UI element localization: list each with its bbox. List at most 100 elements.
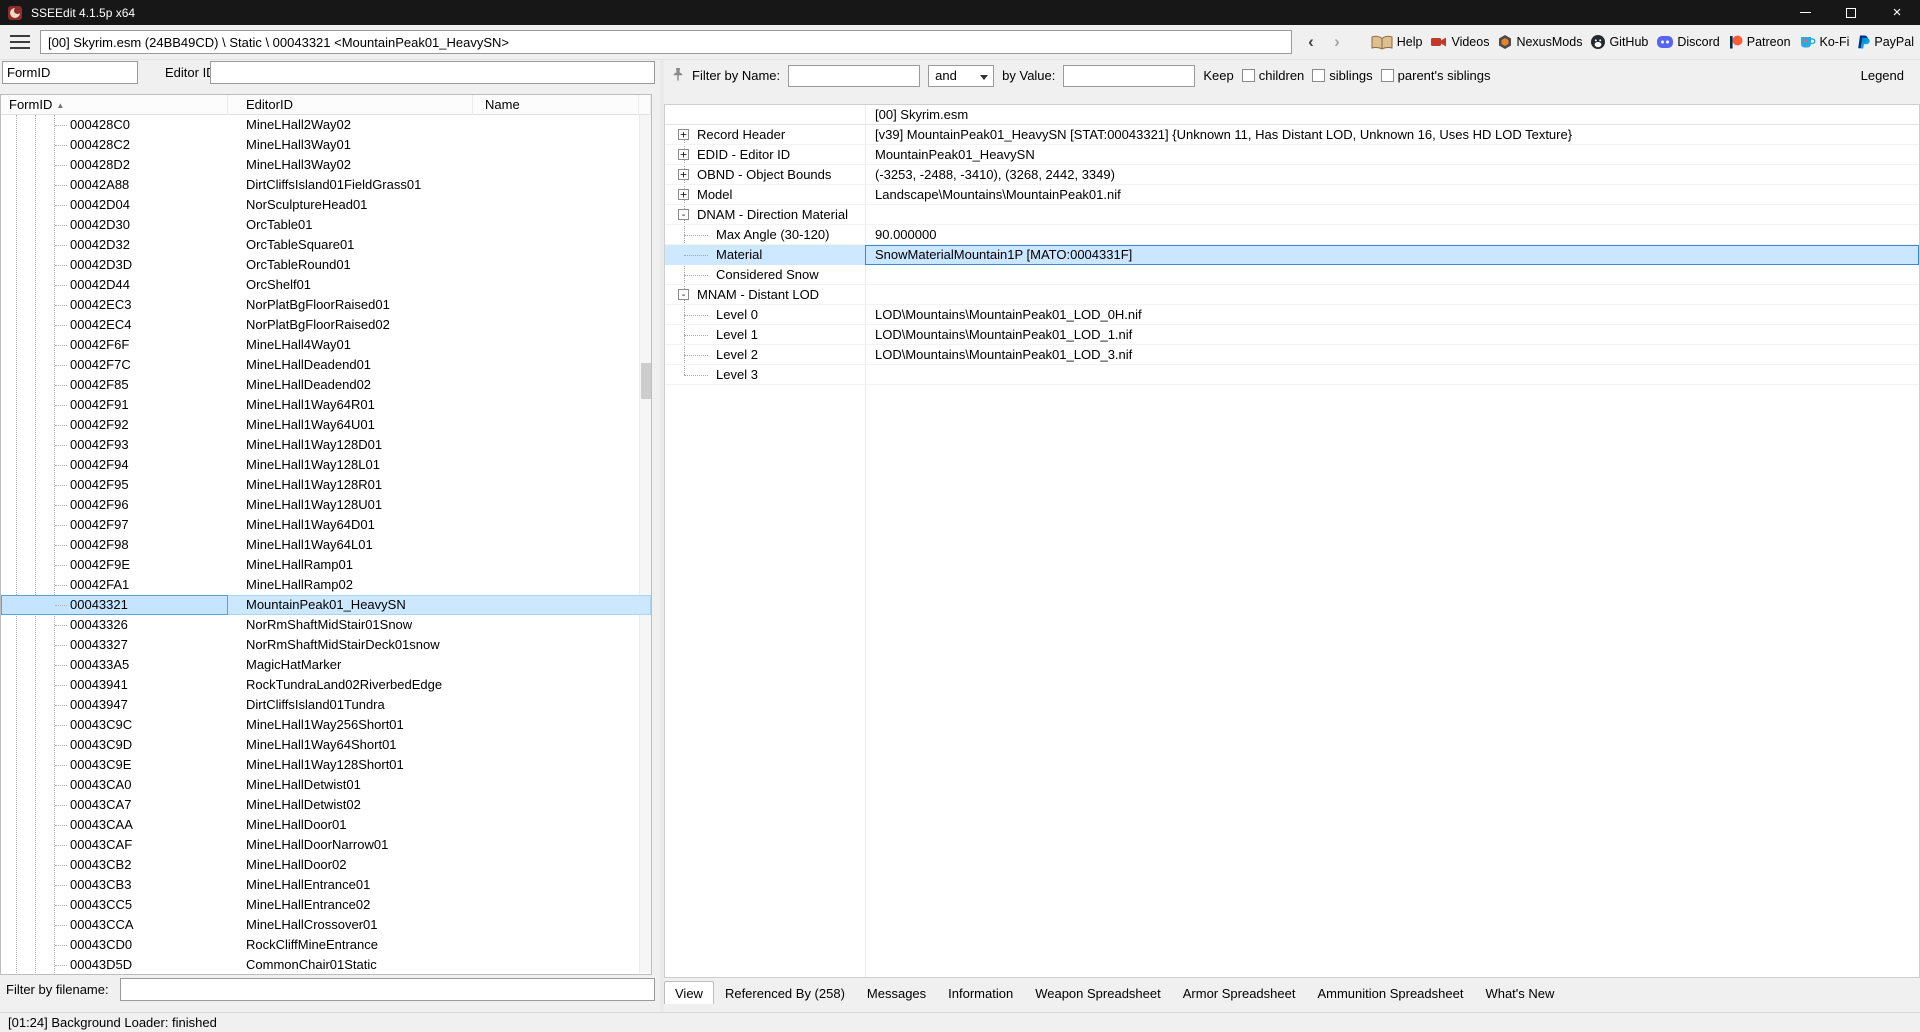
formid-filter-input[interactable]: FormID — [2, 61, 138, 84]
tree-row[interactable]: 00043CB3 MineLHallEntrance01 — [1, 875, 651, 895]
view-row[interactable]: Level 2 LOD\Mountains\MountainPeak01_LOD… — [665, 345, 1919, 365]
kofi-link[interactable]: Ko-Fi — [1800, 35, 1849, 49]
tree-row[interactable]: 00042F96 MineLHall1Way128U01 — [1, 495, 651, 515]
children-checkbox[interactable] — [1241, 69, 1255, 82]
tree-row[interactable]: 00042D3D OrcTableRound01 — [1, 255, 651, 275]
tree-row[interactable]: 00042A88 DirtCliffsIsland01FieldGrass01 — [1, 175, 651, 195]
tree-row[interactable]: 00042D44 OrcShelf01 — [1, 275, 651, 295]
menu-icon[interactable] — [10, 35, 30, 49]
view-column-header[interactable]: [00] Skyrim.esm — [665, 105, 1919, 125]
column-header-editorid[interactable]: EditorID — [228, 95, 473, 115]
expander-icon[interactable]: + — [678, 189, 689, 200]
tree-row[interactable]: 00043CA7 MineLHallDetwist02 — [1, 795, 651, 815]
tree-row[interactable]: 00043C9E MineLHall1Way128Short01 — [1, 755, 651, 775]
tree-row[interactable]: 00043941 RockTundraLand02RiverbedEdge — [1, 675, 651, 695]
tab-weapon-spreadsheet[interactable]: Weapon Spreadsheet — [1024, 981, 1172, 1004]
expander-icon[interactable]: - — [678, 289, 689, 300]
tree-row[interactable]: 00042F9E MineLHallRamp01 — [1, 555, 651, 575]
view-row[interactable]: + OBND - Object Bounds (-3253, -2488, -3… — [665, 165, 1919, 185]
tree-row[interactable]: 00042F95 MineLHall1Way128R01 — [1, 475, 651, 495]
tab-armor-spreadsheet[interactable]: Armor Spreadsheet — [1172, 981, 1307, 1004]
view-row[interactable]: - DNAM - Direction Material — [665, 205, 1919, 225]
view-row[interactable]: Level 1 LOD\Mountains\MountainPeak01_LOD… — [665, 325, 1919, 345]
tree-row[interactable]: 00042F7C MineLHallDeadend01 — [1, 355, 651, 375]
tree-row[interactable]: 00042FA1 MineLHallRamp02 — [1, 575, 651, 595]
view-row[interactable]: + Model Landscape\Mountains\MountainPeak… — [665, 185, 1919, 205]
view-row[interactable]: Material SnowMaterialMountain1P [MATO:00… — [665, 245, 1919, 265]
tree-row[interactable]: 00043CA0 MineLHallDetwist01 — [1, 775, 651, 795]
tree-row[interactable]: 00043CCA MineLHallCrossover01 — [1, 915, 651, 935]
view-row[interactable]: Level 3 — [665, 365, 1919, 385]
tree-row[interactable]: 000433A5 MagicHatMarker — [1, 655, 651, 675]
tree-row[interactable]: 00042F91 MineLHall1Way64R01 — [1, 395, 651, 415]
tree-row[interactable]: 00043CAA MineLHallDoor01 — [1, 815, 651, 835]
view-row[interactable]: + EDID - Editor ID MountainPeak01_HeavyS… — [665, 145, 1919, 165]
tree-row[interactable]: 00043321 MountainPeak01_HeavySN — [1, 595, 651, 615]
tree-row[interactable]: 00042D30 OrcTable01 — [1, 215, 651, 235]
videos-link[interactable]: Videos — [1431, 35, 1489, 49]
keep-siblings-option[interactable]: siblings — [1312, 68, 1373, 83]
tree-row[interactable]: 00043326 NorRmShaftMidStair01Snow — [1, 615, 651, 635]
filter-value-input[interactable] — [1063, 64, 1196, 87]
column-header-formid[interactable]: FormID ▲ — [1, 95, 228, 115]
tree-row[interactable]: 000428C0 MineLHall2Way02 — [1, 115, 651, 135]
tree-row[interactable]: 00042F6F MineLHall4Way01 — [1, 335, 651, 355]
keep-children-option[interactable]: children — [1241, 68, 1304, 83]
tree-row[interactable]: 00043CC5 MineLHallEntrance02 — [1, 895, 651, 915]
expander-icon[interactable]: + — [678, 169, 689, 180]
forward-button[interactable]: › — [1326, 31, 1348, 53]
help-link[interactable]: Help — [1371, 35, 1422, 50]
tree-row[interactable]: 00042D04 NorSculptureHead01 — [1, 195, 651, 215]
discord-link[interactable]: Discord — [1657, 35, 1720, 49]
minimize-button[interactable] — [1782, 0, 1828, 25]
back-button[interactable]: ‹ — [1300, 31, 1322, 53]
breadcrumb[interactable] — [40, 30, 1292, 54]
view-row[interactable]: + Record Header [v39] MountainPeak01_Hea… — [665, 125, 1919, 145]
tree-row[interactable]: 00042F97 MineLHall1Way64D01 — [1, 515, 651, 535]
tree-row[interactable]: 00043D5D CommonChair01Static — [1, 955, 651, 973]
tab-messages[interactable]: Messages — [856, 981, 937, 1004]
tab-referenced-by-258[interactable]: Referenced By (258) — [714, 981, 856, 1004]
tree-row[interactable]: 00042EC4 NorPlatBgFloorRaised02 — [1, 315, 651, 335]
view-row[interactable]: Considered Snow — [665, 265, 1919, 285]
expander-icon[interactable]: + — [678, 149, 689, 160]
tab-what-s-new[interactable]: What's New — [1474, 981, 1565, 1004]
tree-row[interactable]: 00042F94 MineLHall1Way128L01 — [1, 455, 651, 475]
tree-row[interactable]: 00042EC3 NorPlatBgFloorRaised01 — [1, 295, 651, 315]
tree-row[interactable]: 00042F92 MineLHall1Way64U01 — [1, 415, 651, 435]
expander-icon[interactable]: - — [678, 209, 689, 220]
tree-row[interactable]: 00042F93 MineLHall1Way128D01 — [1, 435, 651, 455]
tab-information[interactable]: Information — [937, 981, 1024, 1004]
close-button[interactable]: × — [1874, 0, 1920, 25]
tree-row[interactable]: 00042D32 OrcTableSquare01 — [1, 235, 651, 255]
patreon-link[interactable]: Patreon — [1729, 35, 1791, 49]
tree-row[interactable]: 00043327 NorRmShaftMidStairDeck01snow — [1, 635, 651, 655]
siblings-checkbox[interactable] — [1312, 69, 1326, 82]
tree-row[interactable]: 00042F98 MineLHall1Way64L01 — [1, 535, 651, 555]
tab-view[interactable]: View — [664, 981, 714, 1004]
nexusmods-link[interactable]: NexusMods — [1498, 35, 1582, 49]
tree-row[interactable]: 00043947 DirtCliffsIsland01Tundra — [1, 695, 651, 715]
parents-siblings-checkbox[interactable] — [1380, 69, 1394, 82]
column-header-name[interactable]: Name — [473, 95, 639, 115]
view-row[interactable]: Level 0 LOD\Mountains\MountainPeak01_LOD… — [665, 305, 1919, 325]
keep-parents-siblings-option[interactable]: parent's siblings — [1380, 68, 1490, 83]
legend-button[interactable]: Legend — [1861, 68, 1904, 83]
maximize-button[interactable] — [1828, 0, 1874, 25]
tree-row[interactable]: 00043CB2 MineLHallDoor02 — [1, 855, 651, 875]
tree-row[interactable]: 00043CD0 RockCliffMineEntrance — [1, 935, 651, 955]
tree-row[interactable]: 00042F85 MineLHallDeadend02 — [1, 375, 651, 395]
filename-filter-input[interactable] — [120, 978, 655, 1001]
tree-row[interactable]: 000428C2 MineLHall3Way01 — [1, 135, 651, 155]
tree-row[interactable]: 00043C9D MineLHall1Way64Short01 — [1, 735, 651, 755]
tree-row[interactable]: 00043C9C MineLHall1Way256Short01 — [1, 715, 651, 735]
pin-icon[interactable] — [672, 67, 684, 85]
github-link[interactable]: GitHub — [1591, 35, 1648, 49]
filter-name-input[interactable] — [788, 64, 921, 87]
filter-operator-select[interactable]: and — [928, 64, 995, 87]
view-row[interactable]: - MNAM - Distant LOD — [665, 285, 1919, 305]
expander-icon[interactable]: + — [678, 129, 689, 140]
tree-row[interactable]: 00043CAF MineLHallDoorNarrow01 — [1, 835, 651, 855]
tab-ammunition-spreadsheet[interactable]: Ammunition Spreadsheet — [1306, 981, 1474, 1004]
editor-id-filter-input[interactable] — [210, 61, 655, 84]
